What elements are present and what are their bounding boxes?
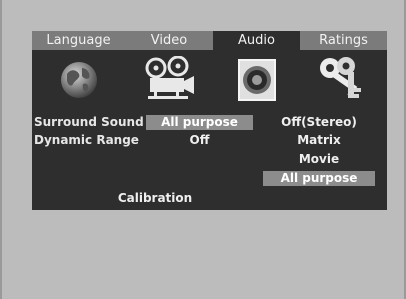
dropdown-option-off-stereo[interactable]: Off(Stereo) — [263, 115, 375, 130]
ratings-icon-cell[interactable] — [300, 50, 387, 110]
dropdown-option-movie[interactable]: Movie — [263, 152, 375, 167]
keys-icon — [319, 57, 361, 98]
dynamic-range-value[interactable]: Off — [146, 133, 253, 148]
tab-audio[interactable]: Audio — [213, 31, 300, 50]
tab-video[interactable]: Video — [125, 31, 213, 50]
speaker-icon — [237, 59, 276, 101]
dropdown-option-matrix[interactable]: Matrix — [263, 133, 375, 148]
globe-icon — [60, 62, 97, 98]
tab-icon-row — [32, 50, 387, 110]
dropdown-option-all-purpose[interactable]: All purpose — [263, 171, 375, 186]
tab-bar: Language Video Audio Ratings — [32, 31, 387, 50]
tab-ratings[interactable]: Ratings — [300, 31, 387, 50]
projector-icon — [145, 56, 194, 99]
audio-icon-cell[interactable] — [213, 50, 300, 110]
video-icon-cell[interactable] — [125, 50, 213, 110]
surround-sound-label: Surround Sound — [34, 115, 144, 129]
language-icon-cell[interactable] — [32, 50, 125, 110]
surround-sound-value[interactable]: All purpose — [146, 115, 253, 130]
dynamic-range-label: Dynamic Range — [34, 133, 139, 147]
tab-language[interactable]: Language — [32, 31, 125, 50]
setup-menu-panel: Language Video Audio Ratings Surround So… — [32, 31, 387, 210]
calibration-item[interactable]: Calibration — [100, 191, 210, 206]
